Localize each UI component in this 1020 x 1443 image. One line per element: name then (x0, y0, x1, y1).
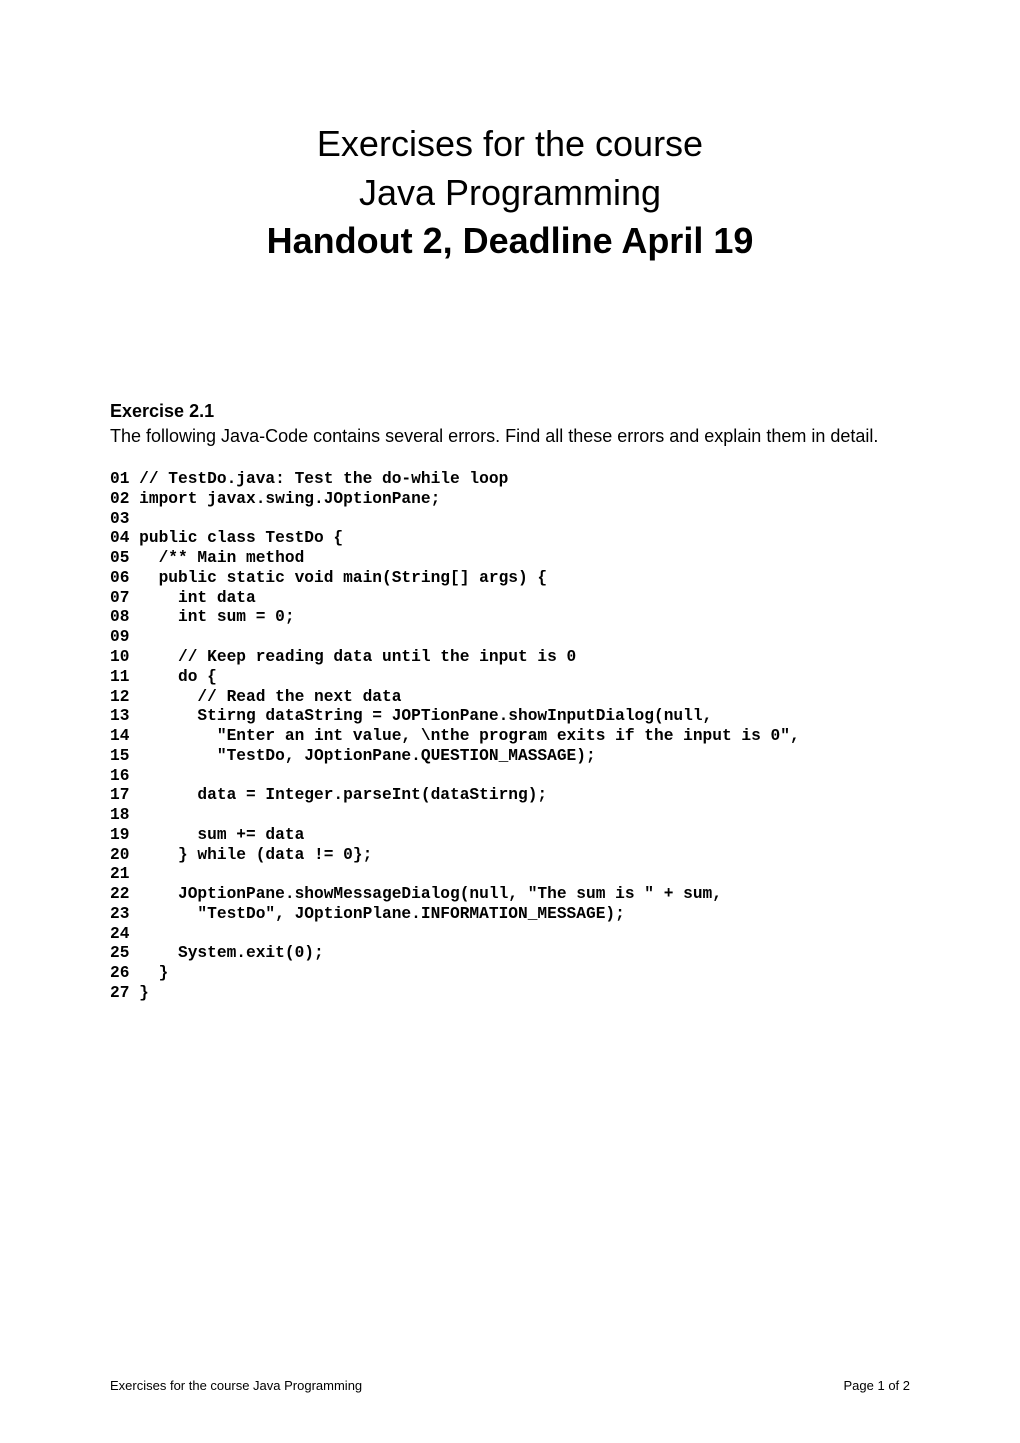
code-block: 01 // TestDo.java: Test the do-while loo… (110, 470, 910, 1004)
exercise-intro: The following Java-Code contains several… (110, 424, 910, 448)
exercise-heading: Exercise 2.1 (110, 401, 910, 422)
title-line-2: Java Programming (110, 169, 910, 218)
footer-right: Page 1 of 2 (844, 1378, 911, 1393)
title-block: Exercises for the course Java Programmin… (110, 120, 910, 266)
page-footer: Exercises for the course Java Programmin… (110, 1378, 910, 1393)
title-line-3: Handout 2, Deadline April 19 (110, 217, 910, 266)
title-line-1: Exercises for the course (110, 120, 910, 169)
footer-left: Exercises for the course Java Programmin… (110, 1378, 362, 1393)
